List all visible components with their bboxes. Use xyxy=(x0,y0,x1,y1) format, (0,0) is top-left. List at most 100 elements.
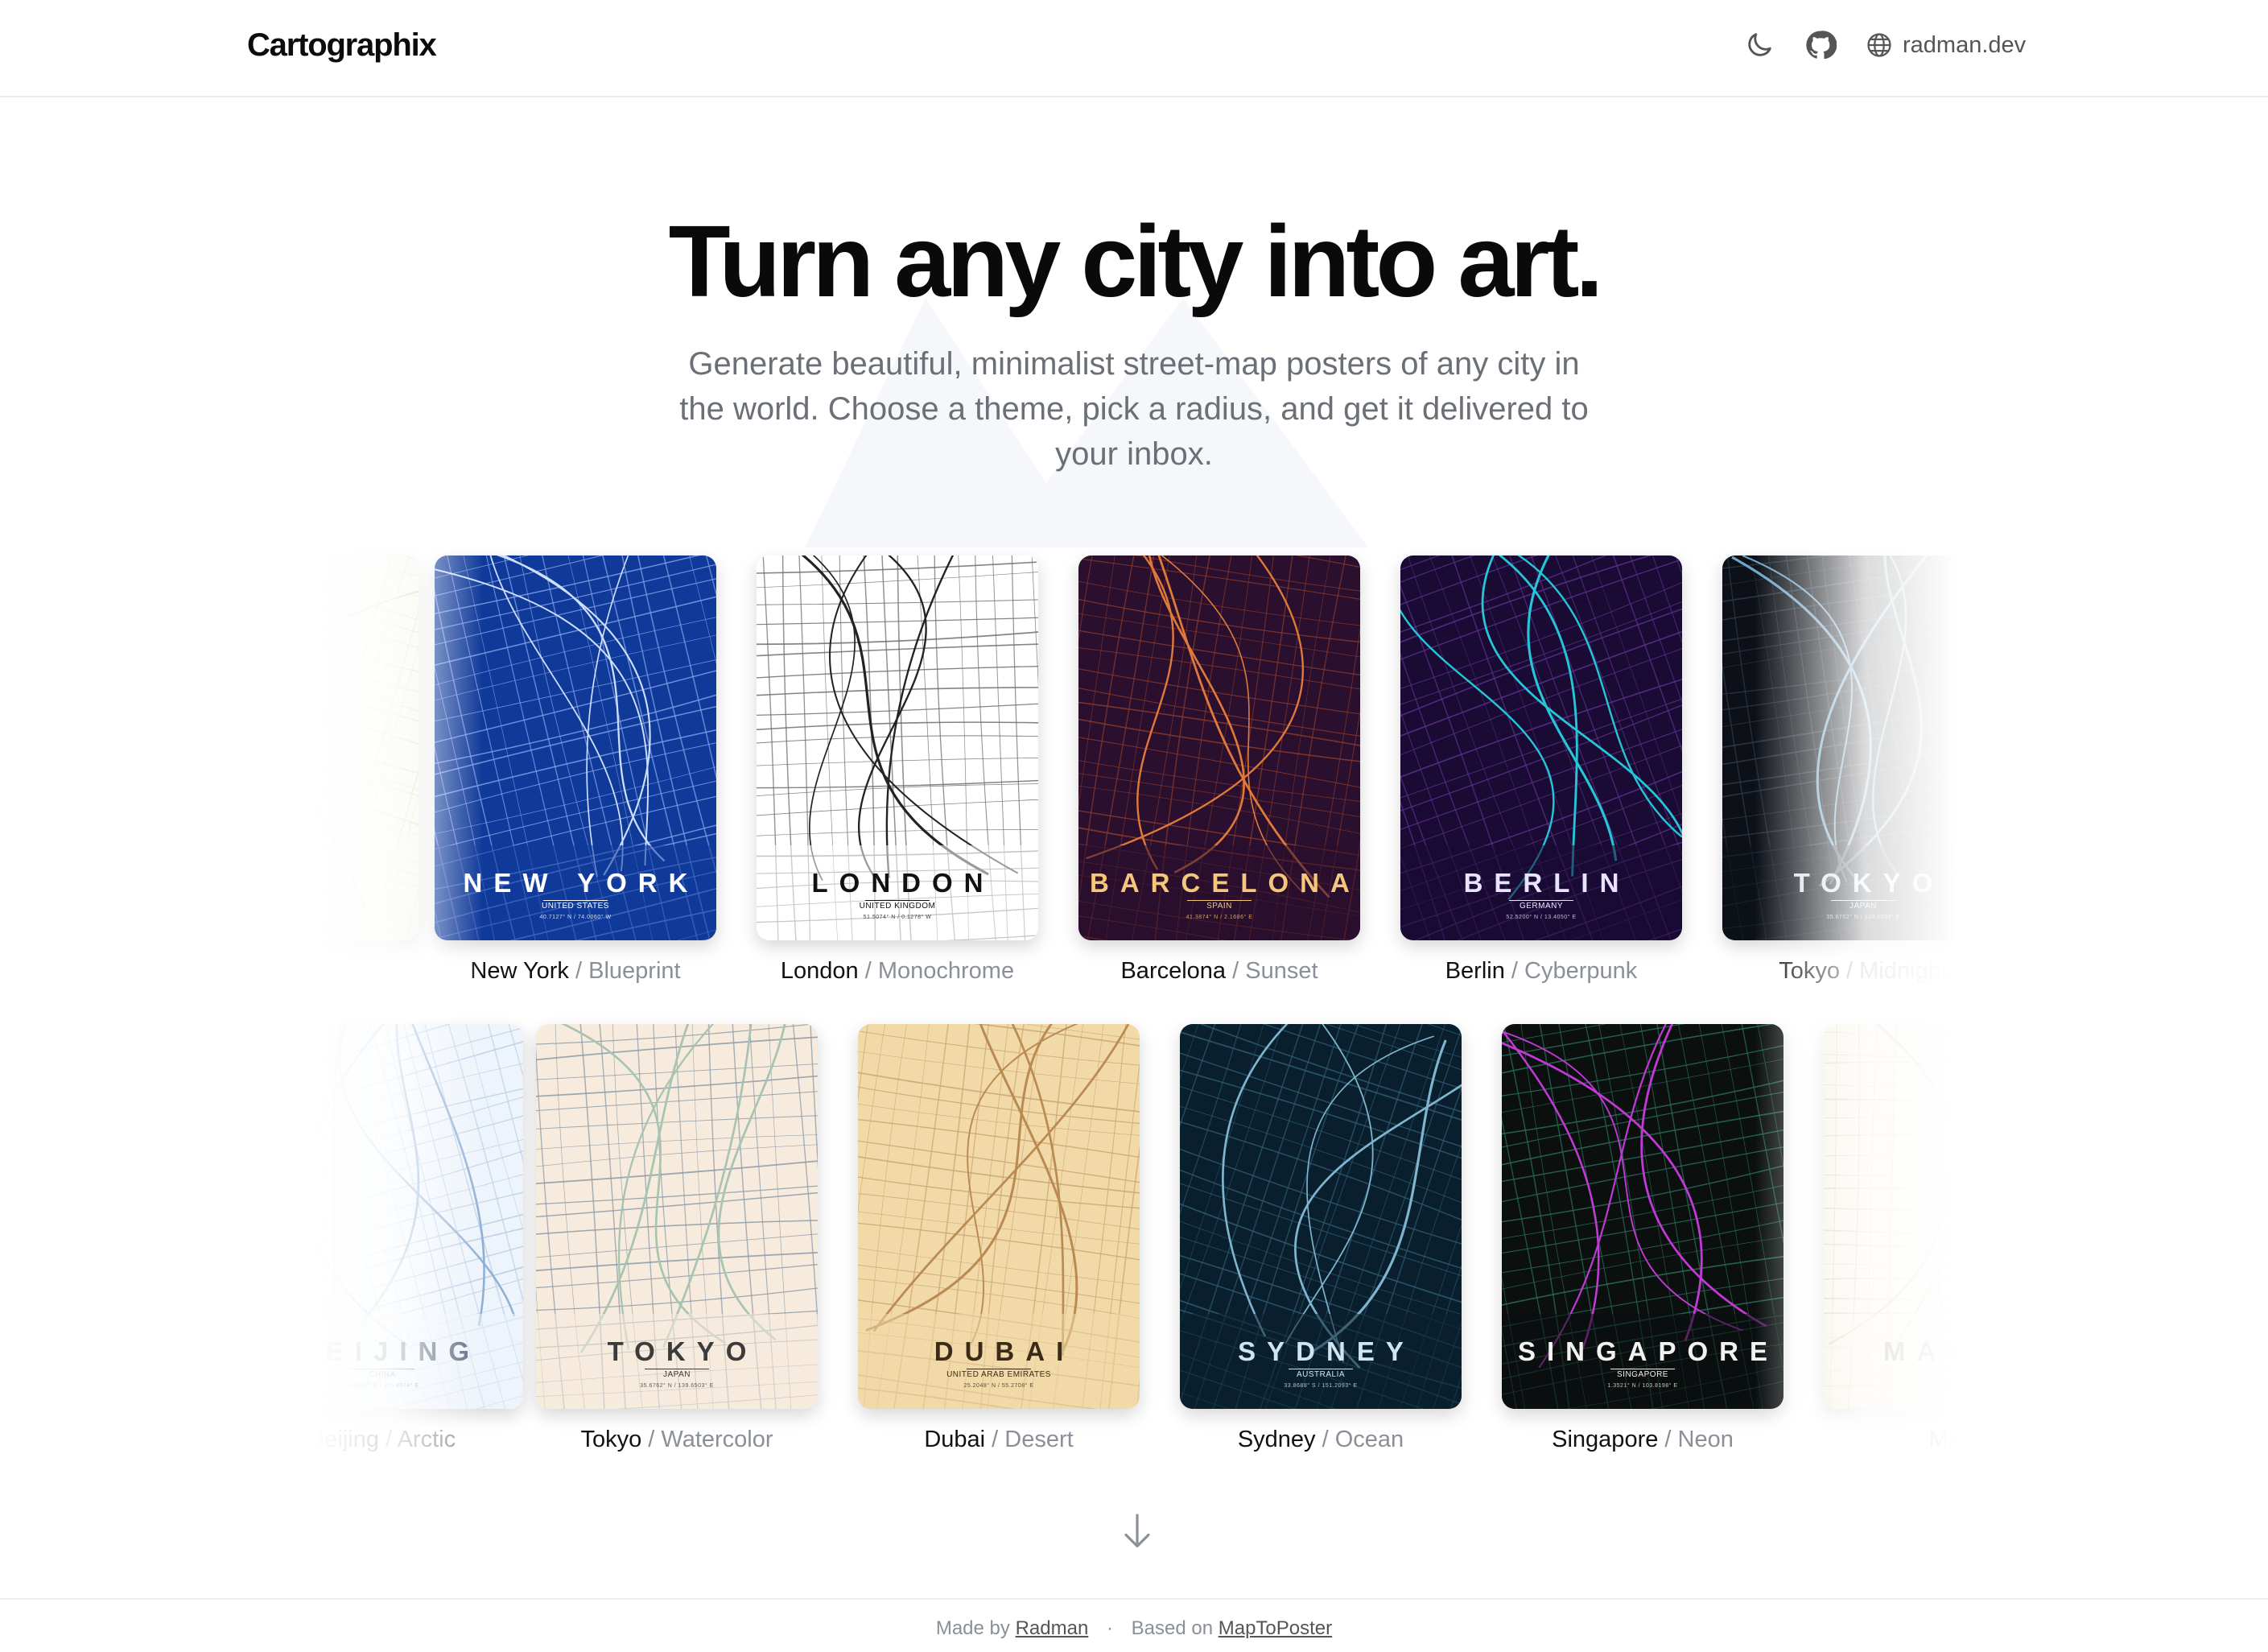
caption-theme: Sunset xyxy=(1245,958,1318,984)
poster-caption: Dubai / Desert xyxy=(858,1427,1140,1453)
poster-preview: TOKYO JAPAN 35.6762° N / 139.6503° E xyxy=(1722,555,1956,940)
poster-card[interactable]: NEW YORK UNITED STATES 40.7127° N / 74.006… xyxy=(435,555,716,985)
poster-coordinates: 40.7127° N / 74.0060° W xyxy=(539,915,612,920)
scroll-down-button[interactable] xyxy=(1120,1512,1154,1552)
poster-caption: Berlin / Cyberpunk xyxy=(1400,958,1682,985)
made-by-text: Made by xyxy=(935,1617,1010,1639)
caption-separator: / xyxy=(858,958,878,984)
poster-preview: BARCELONA SPAIN 41.3874° N / 2.1686° E xyxy=(1078,555,1360,940)
poster-country: UNITED STATES xyxy=(542,902,609,911)
poster-coordinates: 40.4168° N / 3.7038° W xyxy=(1930,1383,1956,1389)
poster-carousel-row-2: BEIJING CHINA 39.9042° N / 116.4074° E Beij… xyxy=(314,1016,1956,1467)
arrow-down-icon xyxy=(1124,1514,1150,1548)
theme-toggle-button[interactable] xyxy=(1743,29,1775,61)
poster-card[interactable]: SINGAPORE SINGAPORE 1.3521° N / 103.8198° … xyxy=(1502,1024,1783,1453)
caption-theme: Monochrome xyxy=(877,958,1015,984)
poster-divider xyxy=(1187,900,1252,901)
poster-coordinates: 1.3521° N / 103.8198° E xyxy=(1607,1383,1678,1389)
poster-caption: Tokyo / Midnight xyxy=(1722,958,1956,985)
hero-subtitle: Generate beautiful, minimalist street-ma… xyxy=(679,346,1589,472)
poster-card[interactable]: TOKYO JAPAN 35.6762° N / 139.6503° E Tokyo … xyxy=(536,1024,818,1453)
poster-city-name: LONDON xyxy=(811,868,995,898)
site-link-label: radman.dev xyxy=(1903,31,2027,58)
poster-city-name: DUBAI xyxy=(934,1336,1075,1366)
caption-separator: / xyxy=(1839,958,1860,984)
poster-caption: Tokyo / Watercolor xyxy=(536,1427,818,1453)
poster-caption: Barcelona / Sunset xyxy=(1078,958,1360,985)
poster-card[interactable]: BARCELONA SPAIN 41.3874° N / 2.1686° E Barc… xyxy=(1078,555,1360,985)
poster-country: UNITED ARAB EMIRATES xyxy=(946,1370,1051,1379)
github-icon xyxy=(1806,31,1837,60)
poster-card[interactable]: LONDON UNITED KINGDOM 51.5074° N / 0.1278°… xyxy=(757,555,1038,985)
author-link[interactable]: Radman xyxy=(1016,1617,1089,1639)
poster-preview: BEIJING CHINA 39.9042° N / 116.4074° E xyxy=(314,1024,523,1409)
caption-separator: / xyxy=(985,1427,1005,1452)
caption-theme: Neon xyxy=(1677,1427,1734,1452)
poster-card[interactable]: TOKYO JAPAN 35.6762° N / 139.6503° E Tokyo … xyxy=(1722,555,1956,985)
poster-country: SINGAPORE xyxy=(1617,1370,1668,1379)
poster-card[interactable]: BEIJING CHINA 39.9042° N / 116.4074° E Beij… xyxy=(314,1024,523,1453)
poster-divider xyxy=(1831,900,1895,901)
caption-theme: Ocean xyxy=(1334,1427,1404,1452)
poster-city-name: BERLIN xyxy=(1463,868,1631,898)
poster-caption: Beijing / Arctic xyxy=(314,1427,523,1453)
poster-caption: New York / Blueprint xyxy=(435,958,716,985)
maptoposter-link[interactable]: MapToPoster xyxy=(1219,1617,1332,1639)
brand-logo[interactable]: Cartographix xyxy=(247,26,437,64)
caption-separator: / xyxy=(1315,1427,1335,1452)
caption-city: Tokyo xyxy=(580,1427,642,1452)
github-link[interactable] xyxy=(1804,29,1837,61)
poster-card[interactable]: DUBAI UNITED ARAB EMIRATES 25.2048° N / 55… xyxy=(858,1024,1140,1453)
poster-carousel-row-1: NEW YORK UNITED STATES 40.7127° N / 74.006… xyxy=(314,547,1956,998)
poster-preview: BERLIN GERMANY 52.5200° N / 13.4050° E xyxy=(1400,555,1682,940)
poster-card[interactable]: BERLIN GERMANY 52.5200° N / 13.4050° E Berl… xyxy=(1400,555,1682,985)
caption-city: Singapore xyxy=(1552,1427,1659,1452)
caption-separator: / xyxy=(1226,958,1246,984)
poster-preview: SINGAPORE SINGAPORE 1.3521° N / 103.8198° … xyxy=(1502,1024,1783,1409)
poster-card[interactable]: SYDNEY AUSTRALIA 33.8688° S / 151.2093° ES… xyxy=(1180,1024,1462,1453)
poster-preview: LONDON UNITED KINGDOM 51.5074° N / 0.1278°… xyxy=(757,555,1038,940)
caption-separator: / xyxy=(1658,1427,1678,1452)
poster-city-name: MADRID xyxy=(1883,1336,1956,1366)
poster-caption: London / Monochrome xyxy=(757,958,1038,985)
globe-icon xyxy=(1867,33,1891,57)
poster-country: CHINA xyxy=(369,1370,396,1379)
poster-country: SPAIN xyxy=(1952,1370,1956,1379)
street-map-graphic xyxy=(314,555,419,940)
poster-country: JAPAN xyxy=(1849,902,1877,911)
poster-preview: SYDNEY AUSTRALIA 33.8688° S / 151.2093° E xyxy=(1180,1024,1462,1409)
caption-city: Barcelona xyxy=(1120,958,1227,984)
poster-coordinates: 39.9042° N / 116.4074° E xyxy=(345,1383,419,1389)
poster-preview: DUBAI UNITED ARAB EMIRATES 25.2048° N / 55… xyxy=(858,1024,1140,1409)
caption-city: Berlin xyxy=(1445,958,1505,984)
poster-preview: TOKYO JAPAN 35.6762° N / 139.6503° E xyxy=(536,1024,818,1409)
hero-title: Turn any city into art. xyxy=(668,204,1604,318)
site-link[interactable]: radman.dev xyxy=(1866,29,2026,61)
poster-card[interactable]: MADRID SPAIN 40.4168° N / 3.7038° W Madrid xyxy=(1824,1024,1956,1453)
caption-separator: / xyxy=(378,1427,398,1452)
top-navbar: Cartographix radman.dev xyxy=(0,0,2268,97)
caption-city: Beijing xyxy=(314,1427,379,1452)
caption-separator: / xyxy=(641,1427,662,1452)
caption-theme: Midnight xyxy=(1859,958,1948,984)
poster-city-name: NEW YORK xyxy=(463,868,699,898)
poster-divider xyxy=(865,900,930,901)
poster-caption: Singapore / Neon xyxy=(1502,1427,1783,1453)
poster-preview xyxy=(314,555,419,940)
poster-city-name: BARCELONA xyxy=(1090,868,1360,898)
caption-theme: Cyberpunk xyxy=(1524,958,1638,984)
poster-city-name: TOKYO xyxy=(607,1336,758,1366)
poster-country: JAPAN xyxy=(663,1370,691,1379)
poster-card[interactable] xyxy=(314,555,419,940)
caption-separator: / xyxy=(568,958,589,984)
poster-country: AUSTRALIA xyxy=(1296,1370,1346,1379)
poster-coordinates: 33.8688° S / 151.2093° E xyxy=(1284,1383,1358,1389)
footer-credits: Made by Radman · Based on MapToPoster xyxy=(0,1617,2268,1640)
caption-city: Tokyo xyxy=(1779,958,1840,984)
poster-coordinates: 35.6762° N / 139.6503° E xyxy=(640,1383,714,1389)
poster-preview: NEW YORK UNITED STATES 40.7127° N / 74.006… xyxy=(435,555,716,940)
caption-theme: Arctic xyxy=(397,1427,456,1452)
poster-divider xyxy=(1509,900,1573,901)
poster-caption: Sydney / Ocean xyxy=(1180,1427,1462,1453)
caption-city: Sydney xyxy=(1237,1427,1316,1452)
